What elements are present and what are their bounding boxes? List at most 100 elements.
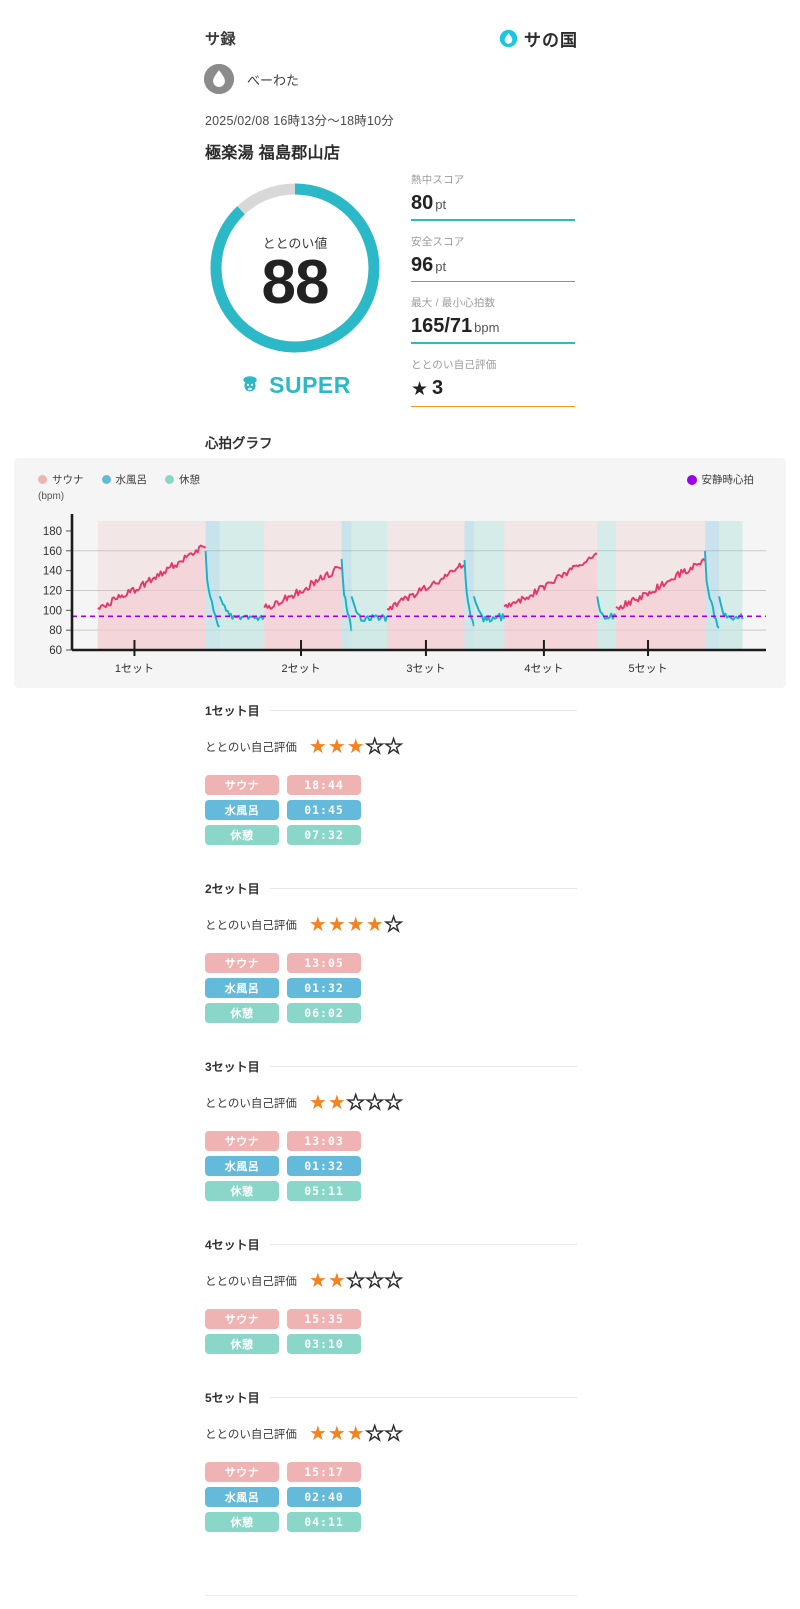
rank-text: SUPER	[269, 372, 351, 398]
set-phase-row: サウナ 15:35	[205, 1309, 577, 1329]
phase-duration-chip: 13:05	[287, 953, 361, 973]
metric-unit: pt	[435, 258, 447, 274]
star-filled-icon[interactable]: ★	[309, 1093, 327, 1113]
heart-rate-chart: サウナ 水風呂 休憩 安静時心拍 (bpm) 60 80 100 120 140 160 1…	[14, 458, 786, 688]
set-rating-row: ととのい自己評価 ★ ★ ★ ★ ★	[205, 1423, 577, 1444]
set-card: 4セット目 ととのい自己評価 ★ ★ ★ ★ ★ サウナ 15:35 休憩 03:10	[205, 1232, 577, 1354]
avatar	[204, 64, 234, 94]
set-title: 3セット目	[205, 1060, 260, 1074]
metrics-panel: 熱中スコア 80 pt 安全スコア 96 pt 最大 / 最小心拍数 165/71 b…	[411, 172, 575, 420]
star-filled-icon[interactable]: ★	[347, 737, 365, 757]
set-rating-label: ととのい自己評価	[205, 742, 297, 754]
water-drop-icon	[499, 29, 518, 48]
svg-text:60: 60	[49, 645, 62, 657]
metric-value: 80 pt	[411, 192, 447, 214]
set-rating-label: ととのい自己評価	[205, 920, 297, 932]
star-filled-icon[interactable]: ★	[328, 737, 346, 757]
metric-max-min-hr: 最大 / 最小心拍数 165/71 bpm	[411, 295, 575, 344]
svg-text:3セット: 3セット	[406, 662, 445, 675]
star-empty-icon[interactable]: ★	[384, 914, 403, 935]
star-filled-icon[interactable]: ★	[328, 1093, 346, 1113]
set-rating-stars[interactable]: ★ ★ ★ ★ ★	[309, 914, 403, 935]
set-list: 1セット目 ととのい自己評価 ★ ★ ★ ★ ★ サウナ 18:44 水風呂 01:45 休憩 07:3…	[205, 698, 577, 1563]
star-empty-icon[interactable]: ★	[346, 1270, 365, 1291]
set-phase-row: 休憩 06:02	[205, 1003, 577, 1023]
set-rating-stars[interactable]: ★ ★ ★ ★ ★	[309, 1270, 403, 1291]
set-title: 1セット目	[205, 704, 260, 718]
venue-name: 極楽湯 福島郡山店	[205, 145, 341, 162]
set-header: 1セット目	[205, 698, 577, 719]
phase-duration-chip: 06:02	[287, 1003, 361, 1023]
star-filled-icon[interactable]: ★	[309, 915, 327, 935]
star-empty-icon[interactable]: ★	[384, 736, 403, 757]
star-filled-icon[interactable]: ★	[347, 915, 365, 935]
set-divider	[269, 888, 577, 889]
phase-label-chip: サウナ	[205, 1131, 279, 1151]
phase-label-chip: 水風呂	[205, 800, 279, 820]
set-rating-label: ととのい自己評価	[205, 1098, 297, 1110]
star-empty-icon[interactable]: ★	[365, 1423, 384, 1444]
phase-duration-chip: 04:11	[287, 1512, 361, 1532]
star-empty-icon[interactable]: ★	[365, 1092, 384, 1113]
rank-badge: SUPER	[205, 372, 385, 399]
star-empty-icon[interactable]: ★	[384, 1270, 403, 1291]
sauna-record-page: サ録 サの国 べーわた 2025/02/08 16時13分〜18時10分 極楽湯…	[0, 0, 800, 1609]
set-phase-list: サウナ 13:03 水風呂 01:32 休憩 05:11	[205, 1131, 577, 1201]
phase-duration-chip: 13:03	[287, 1131, 361, 1151]
set-divider	[269, 1244, 577, 1245]
set-rating-stars[interactable]: ★ ★ ★ ★ ★	[309, 1092, 403, 1113]
svg-text:120: 120	[43, 585, 62, 597]
svg-text:100: 100	[43, 605, 62, 617]
svg-text:140: 140	[43, 566, 62, 578]
set-card: 1セット目 ととのい自己評価 ★ ★ ★ ★ ★ サウナ 18:44 水風呂 01:45 休憩 07:3…	[205, 698, 577, 845]
set-rating-stars[interactable]: ★ ★ ★ ★ ★	[309, 736, 403, 757]
metric-heat-score: 熱中スコア 80 pt	[411, 172, 575, 221]
metric-label: ととのい自己評価	[411, 358, 497, 371]
brand-logo: サの国	[499, 26, 578, 51]
phase-duration-chip: 03:10	[287, 1334, 361, 1354]
set-header: 3セット目	[205, 1054, 577, 1075]
metric-value: 96 pt	[411, 253, 447, 276]
set-spacer	[205, 1206, 577, 1232]
user-name: べーわた	[247, 72, 300, 88]
svg-text:80: 80	[49, 625, 62, 637]
star-filled-icon[interactable]: ★	[328, 915, 346, 935]
set-rating-row: ととのい自己評価 ★ ★ ★ ★ ★	[205, 736, 577, 757]
star-empty-icon[interactable]: ★	[365, 736, 384, 757]
star-filled-icon[interactable]: ★	[328, 1424, 346, 1444]
set-header: 2セット目	[205, 876, 577, 897]
star-empty-icon[interactable]: ★	[365, 1270, 384, 1291]
metric-safety-score: 安全スコア 96 pt	[411, 234, 575, 283]
star-filled-icon[interactable]: ★	[309, 1424, 327, 1444]
set-title: 5セット目	[205, 1391, 260, 1405]
metric-unit: pt	[435, 197, 447, 212]
star-empty-icon[interactable]: ★	[384, 1092, 403, 1113]
metric-label: 熱中スコア	[411, 174, 465, 186]
set-phase-row: 休憩 05:11	[205, 1181, 577, 1201]
star-filled-icon[interactable]: ★	[328, 1271, 346, 1291]
chart-title: 心拍グラフ	[205, 436, 273, 451]
phase-duration-chip: 01:32	[287, 978, 361, 998]
set-spacer	[205, 1028, 577, 1054]
svg-text:160: 160	[43, 546, 62, 558]
phase-duration-chip: 05:11	[287, 1181, 361, 1201]
user-row[interactable]: べーわた	[204, 64, 299, 94]
star-filled-icon[interactable]: ★	[309, 1271, 327, 1291]
svg-text:2セット: 2セット	[281, 662, 320, 675]
set-divider	[269, 710, 577, 711]
set-card: 5セット目 ととのい自己評価 ★ ★ ★ ★ ★ サウナ 15:17 水風呂 02:40 休憩 04:1…	[205, 1385, 577, 1532]
star-filled-icon[interactable]: ★	[347, 1424, 365, 1444]
star-empty-icon[interactable]: ★	[346, 1092, 365, 1113]
star-filled-icon[interactable]: ★	[366, 915, 384, 935]
set-phase-row: 水風呂 02:40	[205, 1487, 577, 1507]
set-phase-row: 水風呂 01:32	[205, 978, 577, 998]
set-phase-row: 休憩 03:10	[205, 1334, 577, 1354]
svg-text:5セット: 5セット	[628, 662, 667, 675]
metric-value: ★ 3	[411, 376, 444, 400]
set-rating-stars[interactable]: ★ ★ ★ ★ ★	[309, 1423, 403, 1444]
star-empty-icon[interactable]: ★	[384, 1423, 403, 1444]
set-rating-label: ととのい自己評価	[205, 1276, 297, 1288]
star-filled-icon[interactable]: ★	[309, 737, 327, 757]
metric-unit: bpm	[474, 320, 500, 336]
set-spacer	[205, 850, 577, 876]
